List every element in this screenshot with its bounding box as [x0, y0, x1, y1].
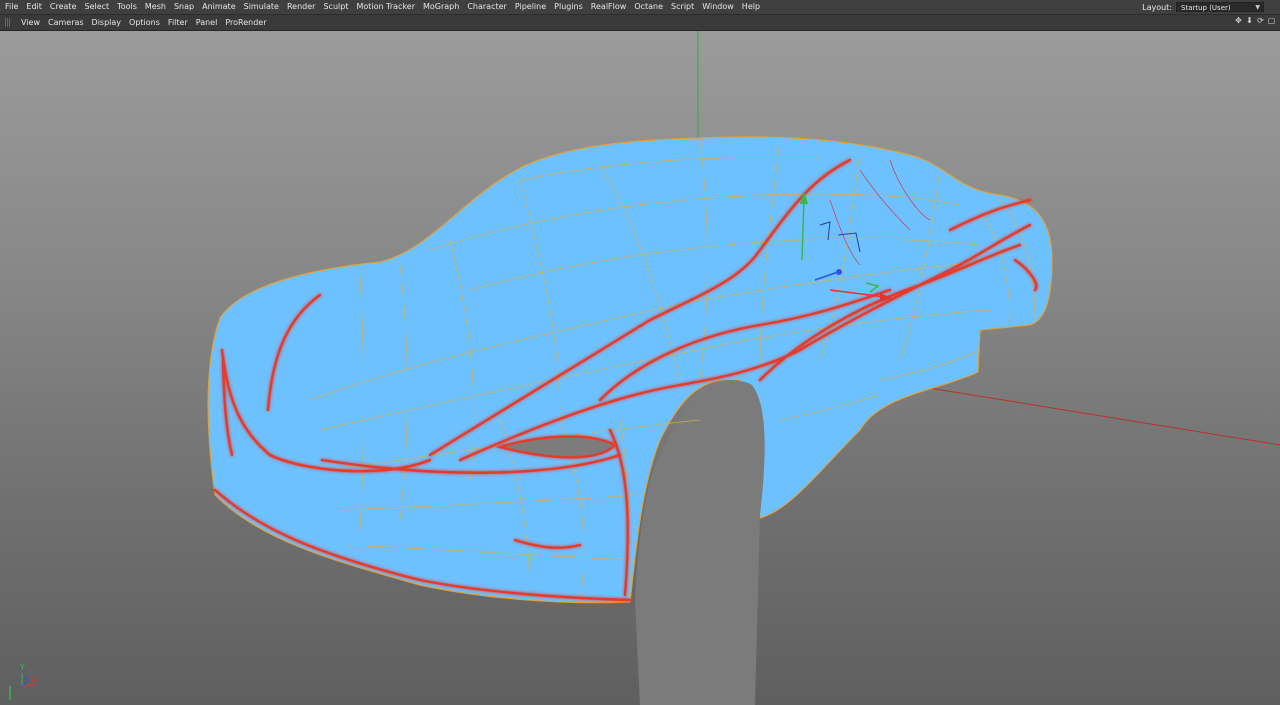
orient-y-label: Y	[19, 663, 25, 672]
viewport-menu-view[interactable]: View	[17, 15, 44, 30]
menu-plugins[interactable]: Plugins	[550, 0, 587, 14]
cinema4d-window: File Edit Create Select Tools Mesh Snap …	[0, 0, 1280, 705]
viewport-menu-panel[interactable]: Panel	[192, 15, 222, 30]
layout-label: Layout:	[1142, 2, 1172, 12]
viewport-menu-cameras[interactable]: Cameras	[44, 15, 88, 30]
orient-z-label: Z	[24, 674, 29, 682]
menu-realflow[interactable]: RealFlow	[587, 0, 631, 14]
viewport-menu-options[interactable]: Options	[125, 15, 164, 30]
layout-switcher: Layout: Startup (User) ▼	[1142, 1, 1264, 13]
menu-mograph[interactable]: MoGraph	[419, 0, 463, 14]
panel-grip-handle[interactable]	[5, 18, 11, 27]
menu-motion-tracker[interactable]: Motion Tracker	[352, 0, 419, 14]
zoom-view-icon[interactable]: ⬇	[1245, 16, 1254, 25]
viewport-menu-filter[interactable]: Filter	[164, 15, 192, 30]
menu-character[interactable]: Character	[463, 0, 511, 14]
main-menubar: File Edit Create Select Tools Mesh Snap …	[0, 0, 1280, 15]
rotate-view-icon[interactable]: ⟳	[1256, 16, 1265, 25]
menu-select[interactable]: Select	[80, 0, 113, 14]
menu-tools[interactable]: Tools	[113, 0, 141, 14]
layout-dropdown[interactable]: Startup (User) ▼	[1176, 2, 1264, 12]
menu-octane[interactable]: Octane	[630, 0, 667, 14]
menu-simulate[interactable]: Simulate	[240, 0, 283, 14]
world-x-axis-line	[879, 379, 1280, 446]
viewport-nav-icons: ✥ ⬇ ⟳ ▢	[1234, 16, 1276, 25]
menu-pipeline[interactable]: Pipeline	[511, 0, 550, 14]
menu-render[interactable]: Render	[283, 0, 319, 14]
orient-x-label: X	[31, 676, 36, 684]
viewport-menu-prorender[interactable]: ProRender	[221, 15, 270, 30]
gizmo-z-handle[interactable]	[836, 269, 842, 275]
menu-animate[interactable]: Animate	[198, 0, 240, 14]
menu-window[interactable]: Window	[698, 0, 738, 14]
menu-create[interactable]: Create	[46, 0, 81, 14]
menu-edit[interactable]: Edit	[22, 0, 46, 14]
menu-help[interactable]: Help	[738, 0, 764, 14]
3d-viewport[interactable]: Y Z X	[0, 31, 1280, 705]
viewport-menu-display[interactable]: Display	[88, 15, 126, 30]
menu-file[interactable]: File	[0, 0, 22, 14]
menu-sculpt[interactable]: Sculpt	[319, 0, 352, 14]
viewport-canvas[interactable]: Y Z X	[0, 31, 1280, 705]
maximize-view-icon[interactable]: ▢	[1267, 16, 1276, 25]
menu-script[interactable]: Script	[667, 0, 698, 14]
viewport-menubar: View Cameras Display Options Filter Pane…	[0, 15, 1280, 31]
menu-snap[interactable]: Snap	[170, 0, 198, 14]
chevron-down-icon: ▼	[1255, 4, 1260, 11]
move-view-icon[interactable]: ✥	[1234, 16, 1243, 25]
layout-dropdown-value: Startup (User)	[1181, 4, 1231, 12]
axis-orientation-indicator: Y Z X	[9, 663, 37, 700]
menu-mesh[interactable]: Mesh	[141, 0, 170, 14]
